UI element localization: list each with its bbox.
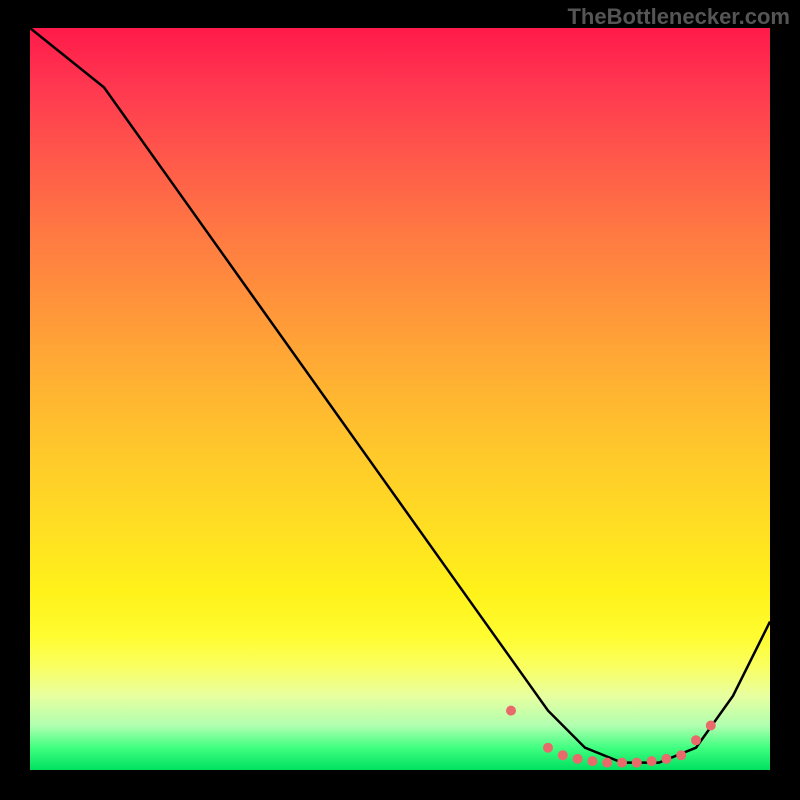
watermark-text: TheBottlenecker.com (567, 4, 790, 30)
marker-dot (558, 750, 568, 760)
marker-dot (587, 756, 597, 766)
marker-dot (506, 706, 516, 716)
marker-dot (676, 750, 686, 760)
marker-dot (543, 743, 553, 753)
marker-dot (632, 758, 642, 768)
plot-area (30, 28, 770, 770)
marker-dot (706, 721, 716, 731)
marker-dot (647, 756, 657, 766)
marker-dot (602, 758, 612, 768)
marker-dot (691, 735, 701, 745)
marker-dot (617, 758, 627, 768)
line-series (30, 28, 770, 763)
chart-svg (30, 28, 770, 770)
marker-dot (573, 754, 583, 764)
marker-dot (661, 754, 671, 764)
